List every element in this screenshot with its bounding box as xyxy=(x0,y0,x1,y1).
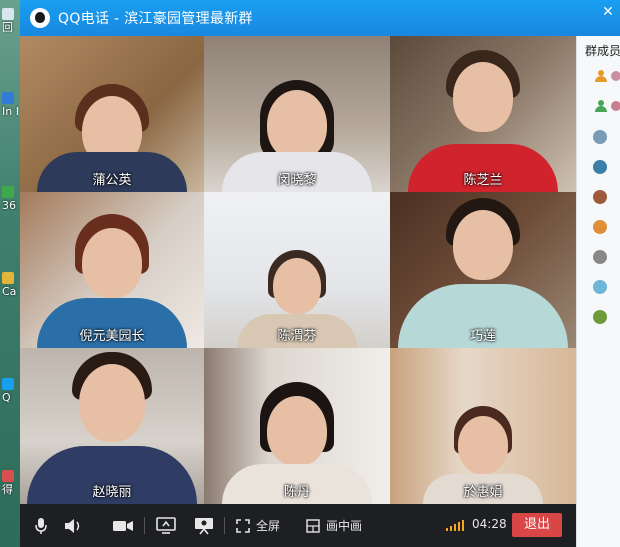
participant-face xyxy=(267,396,327,466)
desktop-strip: 回 In Ex 36 Ca St Q 得 xyxy=(0,0,20,547)
control-divider xyxy=(224,517,225,534)
desktop-icon-label: 36 xyxy=(2,199,16,212)
member-avatar[interactable] xyxy=(593,190,607,204)
signal-bar xyxy=(462,520,464,531)
desktop-icon-label: Q xyxy=(2,391,11,404)
signal-bar xyxy=(446,528,448,531)
360-icon xyxy=(2,186,14,198)
call-control-bar: 全屏 画中画 04:28 退出 xyxy=(20,504,576,547)
desktop-icon-label: Ca St xyxy=(2,285,18,298)
video-tile[interactable]: 蒲公英 xyxy=(20,36,204,192)
signal-strength-icon xyxy=(446,519,464,531)
desktop-icon[interactable]: 回 xyxy=(2,8,18,34)
app-icon xyxy=(2,470,14,482)
picture-in-picture-label: 画中画 xyxy=(326,519,363,533)
member-panel-title: 群成员 xyxy=(585,44,620,58)
video-tile[interactable]: 闵晓黎 xyxy=(204,36,390,192)
participant-name: 陈渭芬 xyxy=(277,329,317,344)
presentation-button[interactable] xyxy=(194,504,214,547)
video-tile[interactable]: 陈渭芬 xyxy=(204,192,390,348)
participant-face xyxy=(79,364,145,442)
member-avatar[interactable] xyxy=(593,250,607,264)
qq-logo-icon xyxy=(30,8,50,28)
speaker-icon xyxy=(65,518,80,533)
participant-name: 巧莲 xyxy=(469,329,496,344)
microphone-button[interactable] xyxy=(34,504,48,547)
video-tile[interactable]: 倪元美园长 xyxy=(20,192,204,348)
member-avatar[interactable] xyxy=(593,220,607,234)
signal-bar xyxy=(458,522,460,531)
recycle-bin-icon xyxy=(2,8,14,20)
video-tile[interactable]: 赵晓丽 xyxy=(20,348,204,504)
signal-bar xyxy=(454,524,456,531)
participant-face xyxy=(458,416,508,474)
fullscreen-label: 全屏 xyxy=(256,519,281,533)
fullscreen-button[interactable]: 全屏 xyxy=(236,504,280,547)
participant-name: 陈芝兰 xyxy=(463,173,503,188)
desktop-icon[interactable]: Q xyxy=(2,378,18,404)
member-person-icon[interactable] xyxy=(595,70,607,82)
participant-face xyxy=(453,210,513,280)
exit-call-button[interactable]: 退出 xyxy=(512,513,562,537)
participant-face xyxy=(453,62,513,132)
member-avatar[interactable] xyxy=(593,160,607,174)
qq-call-window: QQ电话 - 滨江豪园管理最新群 ✕ 蒲公英 闵晓黎 陈芝兰 倪元美园长 陈渭芬… xyxy=(20,0,620,547)
desktop-icon[interactable]: In Ex xyxy=(2,92,18,118)
participant-face xyxy=(267,90,327,160)
participant-face xyxy=(82,228,142,298)
participant-name: 倪元美园长 xyxy=(79,329,145,344)
video-tile[interactable]: 於惠娟 xyxy=(390,348,576,504)
qq-icon xyxy=(2,378,14,390)
video-tile[interactable]: 陈芝兰 xyxy=(390,36,576,192)
video-tile[interactable]: 巧莲 xyxy=(390,192,576,348)
camera-icon xyxy=(113,520,133,531)
window-title: QQ电话 - 滨江豪园管理最新群 xyxy=(58,11,253,27)
participant-name: 闵晓黎 xyxy=(277,173,317,188)
speaker-button[interactable] xyxy=(64,504,82,547)
desktop-icon[interactable]: 36 xyxy=(2,186,18,212)
video-grid: 蒲公英 闵晓黎 陈芝兰 倪元美园长 陈渭芬 巧莲 赵晓丽 陈丹 於惠娟 xyxy=(20,36,576,504)
close-icon[interactable]: ✕ xyxy=(600,4,616,20)
app-icon xyxy=(2,272,14,284)
member-panel: 群成员 xyxy=(576,36,620,547)
member-person-icon[interactable] xyxy=(595,100,607,112)
desktop-icon[interactable]: Ca St xyxy=(2,272,18,298)
control-divider xyxy=(144,517,145,534)
member-avatar[interactable] xyxy=(593,310,607,324)
screen-share-button[interactable] xyxy=(156,504,176,547)
participant-face xyxy=(273,258,321,314)
desktop-icon[interactable]: 得 xyxy=(2,470,18,496)
participant-name: 陈丹 xyxy=(283,485,310,500)
camera-button[interactable] xyxy=(112,504,134,547)
picture-in-picture-button[interactable]: 画中画 xyxy=(306,504,362,547)
participant-name: 於惠娟 xyxy=(463,485,503,500)
internet-explorer-icon xyxy=(2,92,14,104)
participant-name: 蒲公英 xyxy=(92,173,132,188)
member-avatar[interactable] xyxy=(611,71,620,81)
microphone-icon xyxy=(35,517,47,534)
desktop-icon-label: 回 xyxy=(2,21,13,34)
presentation-icon xyxy=(195,517,213,534)
screen-share-icon xyxy=(156,516,176,534)
call-timer: 04:28 xyxy=(472,517,507,531)
member-avatar[interactable] xyxy=(593,130,607,144)
desktop-icon-label: In Ex xyxy=(2,105,18,118)
member-avatar[interactable] xyxy=(611,101,620,111)
video-tile[interactable]: 陈丹 xyxy=(204,348,390,504)
desktop-icon-label: 得 xyxy=(2,483,13,496)
participant-name: 赵晓丽 xyxy=(92,485,132,500)
signal-bar xyxy=(450,526,452,531)
fullscreen-icon xyxy=(236,518,250,533)
member-avatar[interactable] xyxy=(593,280,607,294)
picture-in-picture-icon xyxy=(306,518,320,533)
title-bar[interactable]: QQ电话 - 滨江豪园管理最新群 ✕ xyxy=(20,0,620,36)
